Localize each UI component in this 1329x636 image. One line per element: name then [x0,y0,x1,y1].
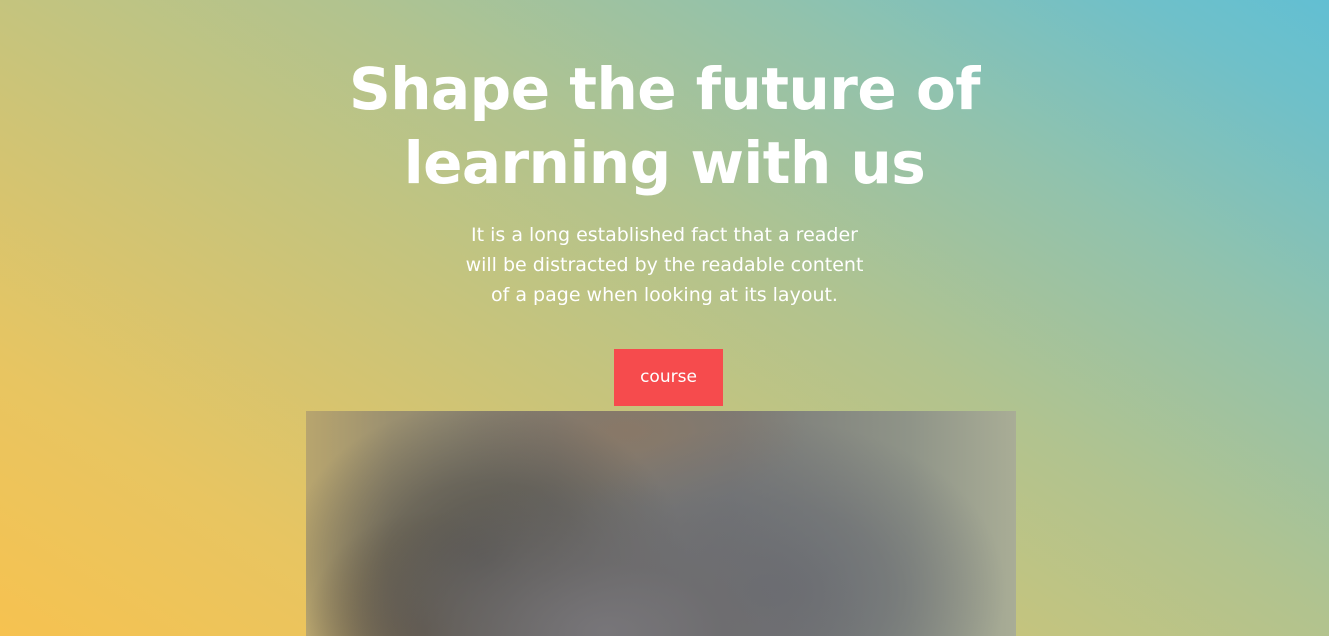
hero-description: It is a long established fact that a rea… [0,220,1329,310]
course-button[interactable]: course [614,349,723,406]
hero-description-line-3: of a page when looking at its layout. [491,284,838,306]
hero-section: Shape the future of learning with us It … [0,0,1329,636]
hero-description-line-1: It is a long established fact that a rea… [471,224,858,246]
hero-headline-line-2: learning with us [403,129,926,197]
hero-headline: Shape the future of learning with us [0,52,1329,200]
hero-media-image [306,411,1016,636]
blurred-photo-image [306,411,1016,636]
hero-headline-line-1: Shape the future of [348,55,981,123]
hero-description-line-2: will be distracted by the readable conte… [465,254,864,276]
